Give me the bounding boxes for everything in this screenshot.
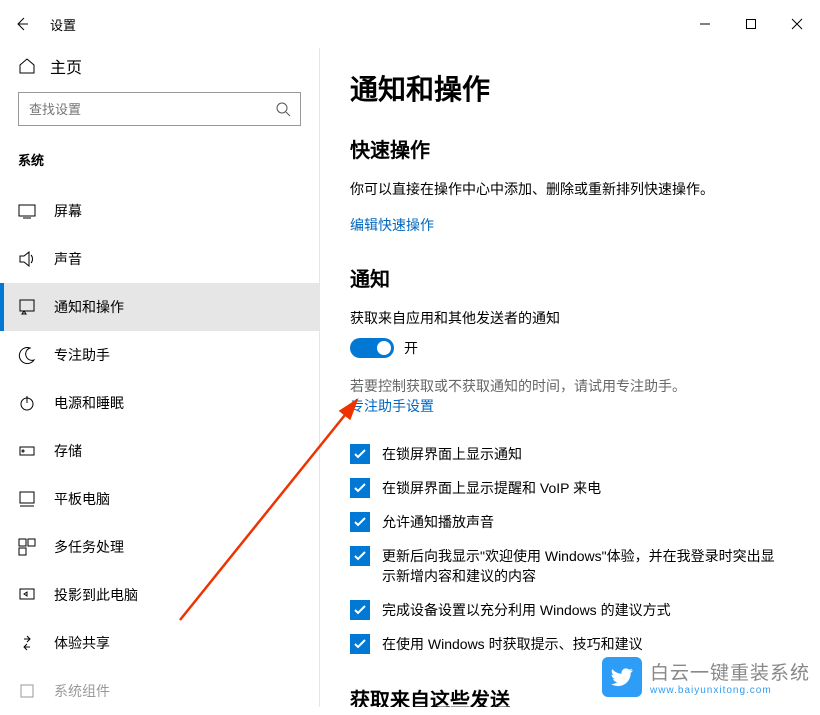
sidebar-item-display[interactable]: 屏幕 — [0, 187, 319, 235]
nav-label: 投影到此电脑 — [54, 585, 138, 605]
nav-label: 平板电脑 — [54, 489, 110, 509]
components-icon — [18, 682, 36, 700]
window-title: 设置 — [44, 15, 76, 34]
checkbox-icon — [350, 546, 370, 566]
close-icon — [791, 18, 803, 30]
focus-assist-desc: 若要控制获取或不获取通知的时间，请试用专注助手。 — [350, 376, 790, 396]
tablet-icon — [18, 490, 36, 508]
notifications-toggle[interactable] — [350, 338, 394, 358]
arrow-left-icon — [14, 16, 30, 32]
sidebar: 主页 系统 屏幕 声音 通知和操作 专注助手 — [0, 48, 320, 707]
sidebar-item-shared[interactable]: 体验共享 — [0, 619, 319, 667]
check-notif-sound[interactable]: 允许通知播放声音 — [350, 512, 790, 532]
checkbox-icon — [350, 600, 370, 620]
sidebar-item-sound[interactable]: 声音 — [0, 235, 319, 283]
sidebar-item-components[interactable]: 系统组件 — [0, 667, 319, 715]
main-content: 通知和操作 快速操作 你可以直接在操作中心中添加、删除或重新排列快速操作。 编辑… — [320, 48, 820, 707]
check-finish-setup[interactable]: 完成设备设置以充分利用 Windows 的建议方式 — [350, 600, 790, 620]
project-icon — [18, 586, 36, 604]
checkbox-icon — [350, 478, 370, 498]
sidebar-item-notifications[interactable]: 通知和操作 — [0, 283, 319, 331]
storage-icon — [18, 442, 36, 460]
toggle-state: 开 — [404, 338, 418, 358]
sidebar-item-storage[interactable]: 存储 — [0, 427, 319, 475]
checkbox-icon — [350, 512, 370, 532]
check-welcome-exp[interactable]: 更新后向我显示"欢迎使用 Windows"体验，并在我登录时突出显示新增内容和建… — [350, 546, 790, 586]
home-icon — [18, 57, 36, 75]
nav: 屏幕 声音 通知和操作 专注助手 电源和睡眠 存储 — [0, 187, 319, 715]
sidebar-item-tablet[interactable]: 平板电脑 — [0, 475, 319, 523]
notifications-toggle-label: 获取来自应用和其他发送者的通知 — [350, 308, 790, 328]
nav-label: 系统组件 — [54, 681, 110, 701]
watermark-url: www.baiyunxitong.com — [650, 685, 810, 696]
sidebar-home[interactable]: 主页 — [0, 54, 319, 78]
maximize-icon — [745, 18, 757, 30]
check-lockscreen-voip[interactable]: 在锁屏界面上显示提醒和 VoIP 来电 — [350, 478, 790, 498]
power-icon — [18, 394, 36, 412]
search-wrap — [18, 92, 301, 126]
nav-label: 多任务处理 — [54, 537, 124, 557]
check-label: 在锁屏界面上显示提醒和 VoIP 来电 — [382, 478, 601, 498]
back-button[interactable] — [0, 0, 44, 48]
nav-label: 电源和睡眠 — [54, 393, 124, 413]
sidebar-item-power[interactable]: 电源和睡眠 — [0, 379, 319, 427]
share-icon — [18, 634, 36, 652]
check-label: 更新后向我显示"欢迎使用 Windows"体验，并在我登录时突出显示新增内容和建… — [382, 546, 782, 586]
focus-assist-link[interactable]: 专注助手设置 — [350, 396, 434, 416]
check-label: 允许通知播放声音 — [382, 512, 494, 532]
nav-label: 声音 — [54, 249, 82, 269]
search-icon — [275, 101, 291, 117]
watermark: 白云一键重装系统 www.baiyunxitong.com — [602, 657, 810, 697]
notifications-icon — [18, 298, 36, 316]
nav-label: 屏幕 — [54, 201, 82, 221]
nav-label: 专注助手 — [54, 345, 110, 365]
nav-label: 通知和操作 — [54, 297, 124, 317]
sidebar-group-label: 系统 — [0, 144, 319, 183]
sidebar-item-focus-assist[interactable]: 专注助手 — [0, 331, 319, 379]
watermark-logo — [602, 657, 642, 697]
checkbox-icon — [350, 444, 370, 464]
close-button[interactable] — [774, 8, 820, 40]
maximize-button[interactable] — [728, 8, 774, 40]
checkbox-icon — [350, 634, 370, 654]
moon-icon — [18, 346, 36, 364]
check-label: 在使用 Windows 时获取提示、技巧和建议 — [382, 634, 643, 654]
sidebar-item-multitask[interactable]: 多任务处理 — [0, 523, 319, 571]
check-label: 在锁屏界面上显示通知 — [382, 444, 522, 464]
check-lockscreen-notifs[interactable]: 在锁屏界面上显示通知 — [350, 444, 790, 464]
notifications-heading: 通知 — [350, 263, 790, 292]
watermark-title: 白云一键重装系统 — [650, 658, 810, 685]
quick-actions-desc: 你可以直接在操作中心中添加、删除或重新排列快速操作。 — [350, 179, 790, 199]
nav-label: 体验共享 — [54, 633, 110, 653]
nav-label: 存储 — [54, 441, 82, 461]
edit-quick-actions-link[interactable]: 编辑快速操作 — [350, 215, 434, 235]
quick-actions-heading: 快速操作 — [350, 134, 790, 163]
minimize-icon — [699, 18, 711, 30]
search-input[interactable] — [18, 92, 301, 126]
check-tips[interactable]: 在使用 Windows 时获取提示、技巧和建议 — [350, 634, 790, 654]
titlebar: 设置 — [0, 0, 820, 48]
sidebar-item-projecting[interactable]: 投影到此电脑 — [0, 571, 319, 619]
sound-icon — [18, 250, 36, 268]
minimize-button[interactable] — [682, 8, 728, 40]
multitask-icon — [18, 538, 36, 556]
home-label: 主页 — [50, 54, 82, 78]
display-icon — [18, 202, 36, 220]
check-label: 完成设备设置以充分利用 Windows 的建议方式 — [382, 600, 671, 620]
page-title: 通知和操作 — [350, 68, 790, 108]
